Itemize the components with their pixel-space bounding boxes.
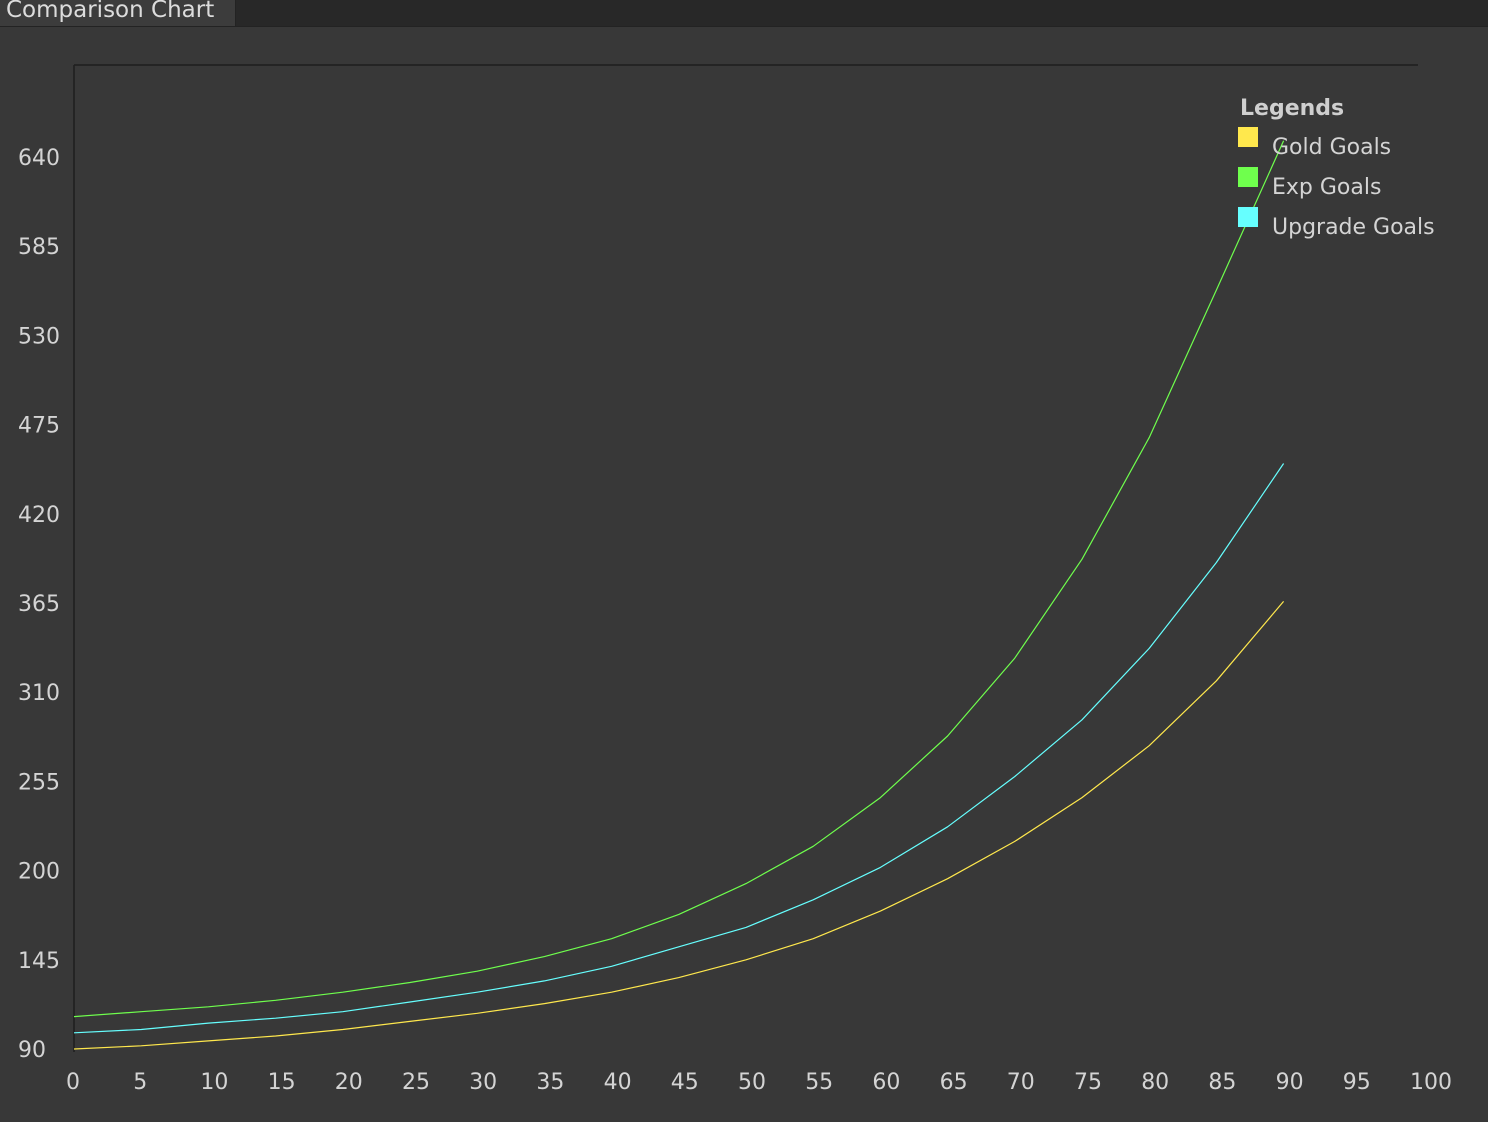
- x-tick-label-65: 65: [940, 1070, 968, 1095]
- legend-label-gold-goals: Gold Goals: [1272, 135, 1391, 160]
- x-tick-label-5: 5: [133, 1070, 147, 1095]
- y-tick-label-90: 90: [18, 1038, 46, 1063]
- series-line-upgrade-goals: [73, 463, 1285, 1034]
- x-tick-label-95: 95: [1343, 1070, 1371, 1095]
- x-tick-label-30: 30: [469, 1070, 497, 1095]
- y-tick-label-255: 255: [18, 770, 60, 795]
- y-tick-label-365: 365: [18, 592, 60, 617]
- legend-title: Legends: [1240, 96, 1344, 121]
- x-tick-label-25: 25: [402, 1070, 430, 1095]
- x-tick-label-45: 45: [671, 1070, 699, 1095]
- x-tick-label-10: 10: [200, 1070, 228, 1095]
- x-tick-label-90: 90: [1276, 1070, 1304, 1095]
- legend-swatch-exp-goals: [1238, 167, 1258, 187]
- legend-swatch-gold-goals: [1238, 127, 1258, 147]
- series-layer: [73, 140, 1285, 1050]
- y-tick-label-145: 145: [18, 949, 60, 974]
- legend-label-upgrade-goals: Upgrade Goals: [1272, 215, 1435, 240]
- y-tick-label-585: 585: [18, 235, 60, 260]
- y-tick-label-475: 475: [18, 414, 60, 439]
- x-tick-label-35: 35: [536, 1070, 564, 1095]
- y-tick-label-200: 200: [18, 860, 60, 885]
- x-tick-label-15: 15: [268, 1070, 296, 1095]
- x-tick-label-55: 55: [805, 1070, 833, 1095]
- x-tick-label-0: 0: [66, 1070, 80, 1095]
- y-tick-label-420: 420: [18, 503, 60, 528]
- comparison-chart: 90 145 200 255 310 365 420 475 530 585 640 0 5 10 15 2…: [18, 64, 1452, 1095]
- legend-items: Gold Goals Exp Goals Upgrade Goals: [1238, 127, 1435, 240]
- x-tick-label-60: 60: [872, 1070, 900, 1095]
- x-tick-label-40: 40: [604, 1070, 632, 1095]
- x-tick-label-70: 70: [1007, 1070, 1035, 1095]
- x-tick-label-75: 75: [1074, 1070, 1102, 1095]
- x-tick-label-80: 80: [1141, 1070, 1169, 1095]
- x-tick-label-85: 85: [1208, 1070, 1236, 1095]
- y-tick-label-310: 310: [18, 681, 60, 706]
- y-tick-labels: 90 145 200 255 310 365 420 475 530 585 640: [18, 146, 60, 1063]
- series-line-exp-goals: [73, 140, 1285, 1018]
- x-tick-label-50: 50: [738, 1070, 766, 1095]
- legend-swatch-upgrade-goals: [1238, 207, 1258, 227]
- series-line-gold-goals: [73, 601, 1285, 1050]
- x-tick-label-100: 100: [1410, 1070, 1452, 1095]
- legend-label-exp-goals: Exp Goals: [1272, 175, 1381, 200]
- y-tick-label-530: 530: [18, 324, 60, 349]
- legend: Legends Gold Goals Exp Goals Upgrade Goals: [1238, 96, 1435, 240]
- x-tick-labels: 0 5 10 15 20 25 30 35 40 45 50 55 60 65 70 75 80 85 90 95 10…: [66, 1070, 1452, 1095]
- y-tick-label-640: 640: [18, 146, 60, 171]
- x-tick-label-20: 20: [335, 1070, 363, 1095]
